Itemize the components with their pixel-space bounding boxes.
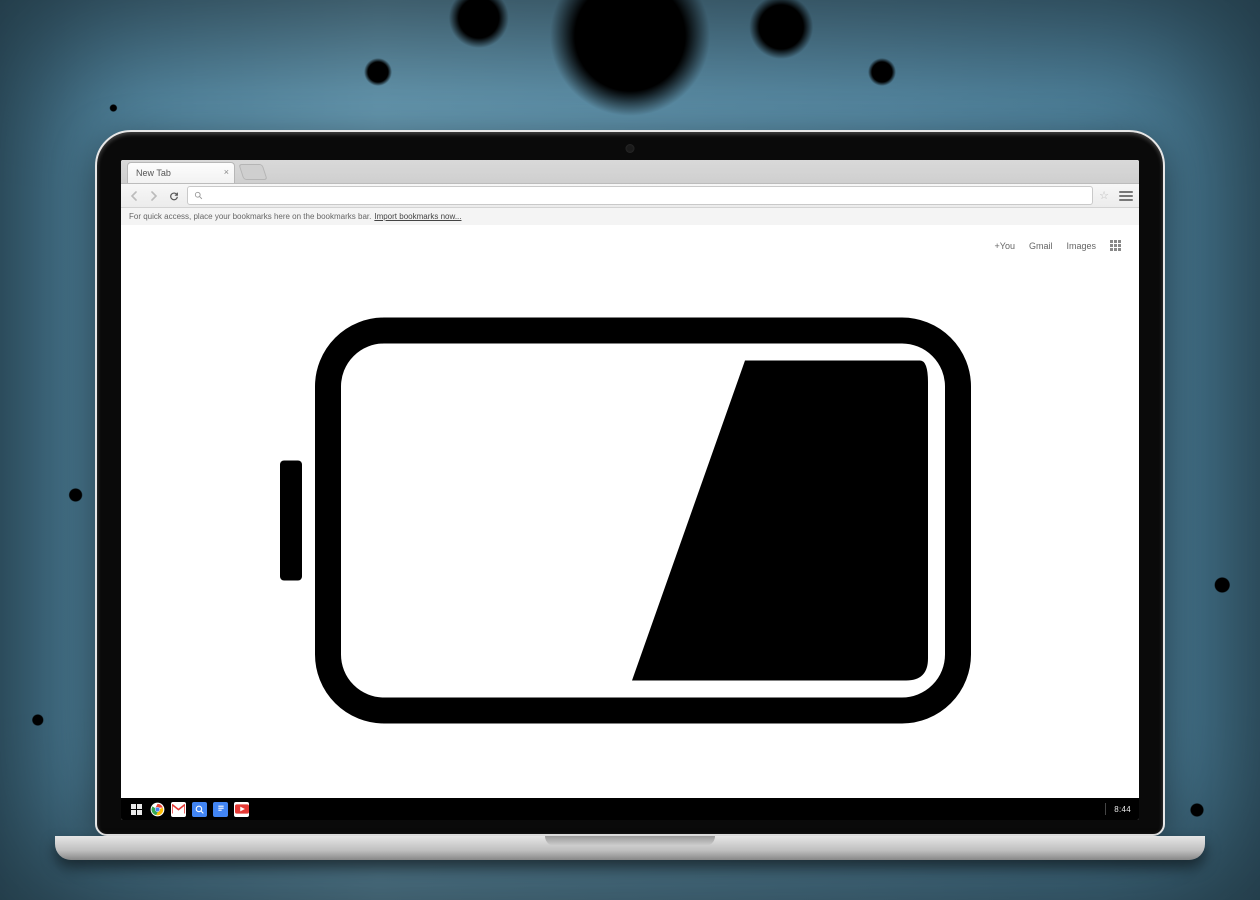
- browser-toolbar: ☆: [121, 184, 1139, 208]
- bookmark-hint-text: For quick access, place your bookmarks h…: [129, 212, 371, 221]
- chromeos-shelf: 8:44: [121, 798, 1139, 820]
- google-top-links: +You Gmail Images: [995, 240, 1121, 251]
- webcam: [626, 144, 635, 153]
- launcher-button[interactable]: [129, 802, 144, 817]
- laptop-screen: New Tab × ☆: [121, 160, 1139, 820]
- link-images[interactable]: Images: [1066, 241, 1096, 251]
- shelf-pinned-apps: [129, 802, 249, 817]
- browser-tab-new[interactable]: New Tab ×: [127, 162, 235, 183]
- google-docs-app-icon[interactable]: [213, 802, 228, 817]
- browser-tab-strip: New Tab ×: [121, 160, 1139, 184]
- back-button[interactable]: [127, 189, 141, 203]
- reload-button[interactable]: [167, 189, 181, 203]
- shelf-status-area[interactable]: 8:44: [1105, 803, 1131, 815]
- bookmark-star-icon[interactable]: ☆: [1099, 189, 1109, 202]
- clock: 8:44: [1114, 805, 1131, 814]
- laptop-notch: [545, 836, 715, 846]
- forward-button[interactable]: [147, 189, 161, 203]
- laptop-base: [55, 836, 1205, 860]
- youtube-app-icon[interactable]: [234, 802, 249, 817]
- chrome-menu-button[interactable]: [1119, 189, 1133, 203]
- google-search-app-icon[interactable]: [192, 802, 207, 817]
- link-plus-you[interactable]: +You: [995, 241, 1015, 251]
- chrome-app-icon[interactable]: [150, 802, 165, 817]
- laptop-lid: New Tab × ☆: [95, 130, 1165, 836]
- tab-title: New Tab: [136, 168, 171, 178]
- bookmark-bar: For quick access, place your bookmarks h…: [121, 208, 1139, 226]
- gmail-app-icon[interactable]: [171, 802, 186, 817]
- address-bar[interactable]: [187, 186, 1093, 205]
- new-tab-button[interactable]: [238, 164, 267, 180]
- laptop-frame: New Tab × ☆: [95, 130, 1165, 860]
- tray-separator: [1105, 803, 1106, 815]
- link-gmail[interactable]: Gmail: [1029, 241, 1053, 251]
- battery-icon: [280, 310, 980, 735]
- apps-grid-icon[interactable]: [1110, 240, 1121, 251]
- search-icon: [194, 191, 203, 200]
- page-content: +You Gmail Images: [121, 225, 1139, 798]
- close-icon[interactable]: ×: [224, 167, 229, 177]
- import-bookmarks-link[interactable]: Import bookmarks now...: [374, 212, 461, 221]
